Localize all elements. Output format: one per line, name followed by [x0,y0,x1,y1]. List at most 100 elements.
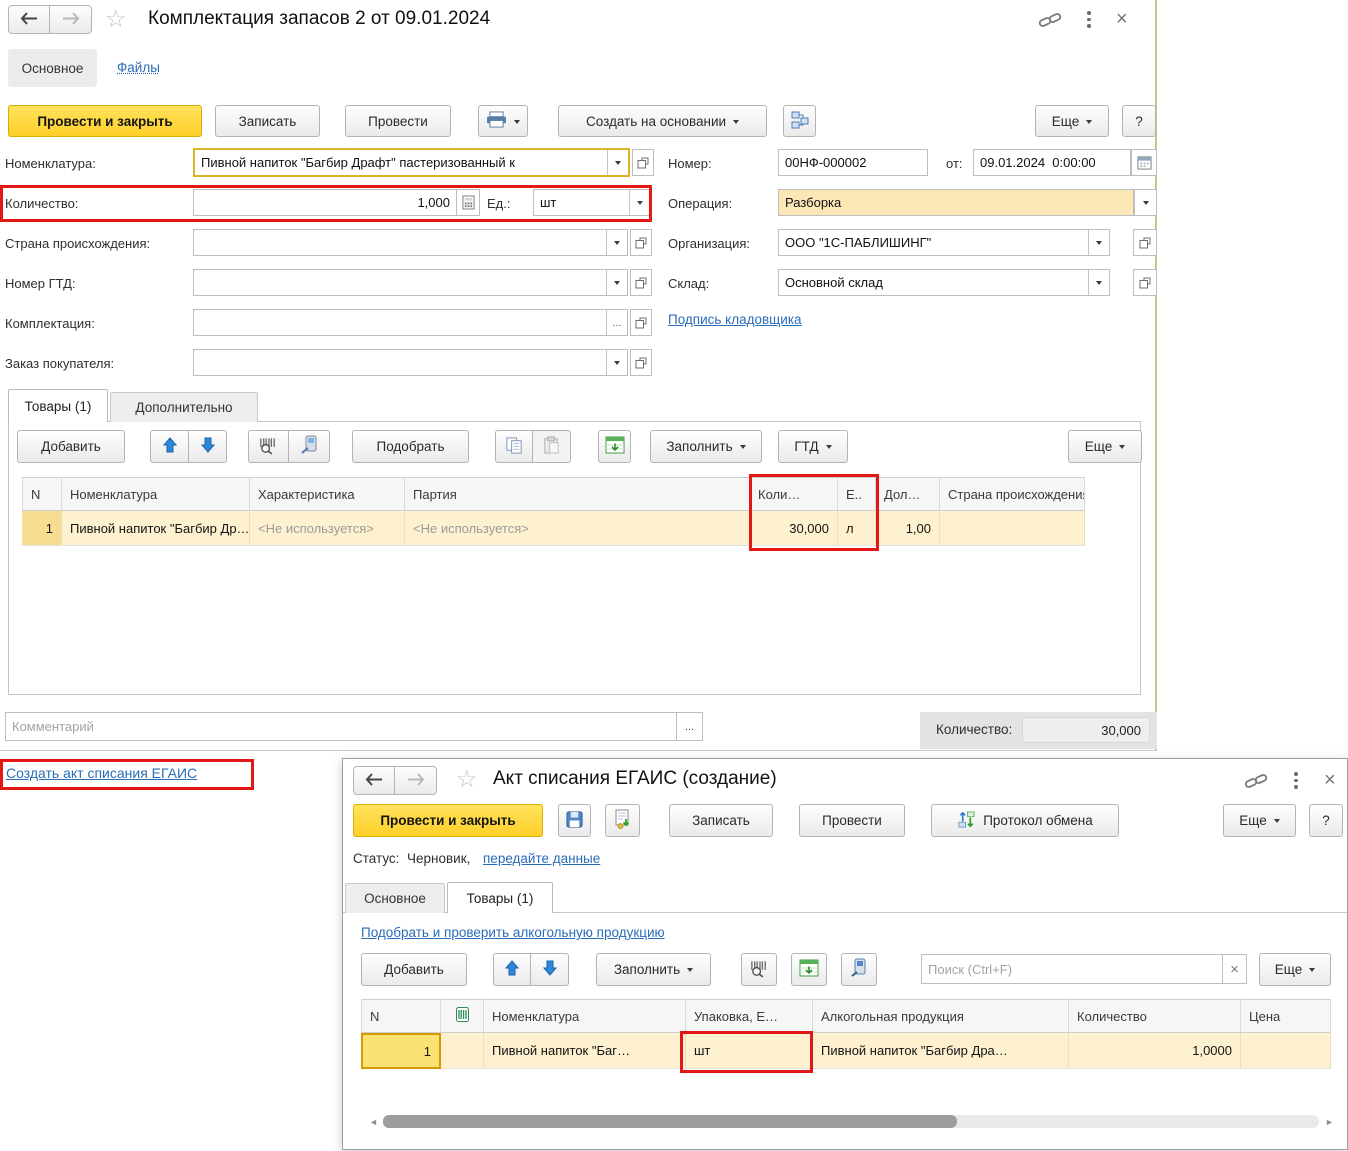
move-up-button[interactable] [493,953,531,986]
date-input[interactable] [974,150,1130,175]
kit-open-button[interactable] [630,309,652,336]
cell-pack[interactable]: шт [686,1033,813,1069]
move-down-button[interactable] [530,953,569,986]
gtd-field[interactable] [193,269,628,296]
gtd-input[interactable] [194,270,606,295]
nomenclature-open-button[interactable] [632,149,654,176]
create-based-on-button[interactable]: Создать на основании [558,105,767,137]
col-marked-goods[interactable] [441,999,484,1033]
operation-input[interactable] [779,190,1133,215]
cell-unit[interactable]: л [838,511,876,546]
nomenclature-field[interactable] [193,148,630,177]
nomenclature-input[interactable] [195,150,607,175]
org-field[interactable] [778,229,1110,256]
unit-dropdown[interactable] [629,190,650,215]
cell-qty[interactable]: 30,000 [750,511,838,546]
warehouse-dropdown[interactable] [1088,270,1109,295]
tab-faily-link[interactable]: Файлы [117,60,160,75]
goods-more-button[interactable]: Еще [1068,430,1142,463]
warehouse-field[interactable] [778,269,1110,296]
cell-nomenclature[interactable]: Пивной напиток "Багбир Др… [62,511,250,546]
storekeeper-signature-link[interactable]: Подпись кладовщика [668,312,802,327]
write-button[interactable]: Записать [215,105,320,137]
scrollbar-thumb[interactable] [383,1115,957,1128]
quantity-input[interactable] [194,190,456,215]
col-qty[interactable]: Коли… [750,477,838,511]
send-data-link[interactable]: передайте данные [483,851,600,866]
forward-button[interactable] [49,5,92,34]
write-button[interactable]: Записать [669,804,773,837]
warehouse-input[interactable] [779,270,1088,295]
operation-field[interactable] [778,189,1134,216]
comment-dots-button[interactable]: ... [676,712,703,741]
get-link-icon[interactable] [1038,10,1062,35]
paste-row-button[interactable] [532,430,571,463]
exchange-protocol-button[interactable]: Протокол обмена [931,804,1119,837]
barcode-scan-button[interactable] [741,953,777,986]
data-terminal-button[interactable] [841,953,877,986]
more-button[interactable]: Еще [1223,804,1296,837]
close-icon[interactable]: × [1324,770,1336,790]
add-row-button[interactable]: Добавить [17,430,125,463]
kit-input[interactable] [194,310,606,335]
gtd-button[interactable]: ГТД [778,430,848,463]
col-price[interactable]: Цена [1241,999,1331,1033]
barcode-scan-button[interactable] [248,430,289,463]
order-field[interactable] [193,349,628,376]
fill-button[interactable]: Заполнить [650,430,762,463]
send-data-button[interactable] [605,804,640,837]
add-row-button[interactable]: Добавить [361,953,467,986]
comment-input[interactable] [6,713,676,740]
country-field[interactable] [193,229,628,256]
order-input[interactable] [194,350,606,375]
tab-main[interactable]: Основное [345,883,445,913]
post-and-close-button[interactable]: Провести и закрыть [8,105,202,137]
print-button[interactable] [478,105,528,137]
calendar-button[interactable] [1131,149,1157,176]
tab-additional[interactable]: Дополнительно [110,392,258,422]
get-link-icon[interactable] [1244,771,1268,796]
col-nomenclature[interactable]: Номенклатура [62,477,250,511]
tab-goods[interactable]: Товары (1) [8,389,108,422]
fill-button[interactable]: Заполнить [596,953,711,986]
col-alco[interactable]: Алкогольная продукция [813,999,1069,1033]
scroll-right-arrow[interactable]: ► [1325,1118,1334,1127]
kebab-menu-icon[interactable] [1294,772,1298,789]
warehouse-open-button[interactable] [1133,269,1157,296]
kit-field[interactable]: ... [193,309,628,336]
cell-n-selected[interactable]: 1 [361,1033,441,1069]
date-field[interactable] [973,149,1131,176]
forward-button[interactable] [394,766,437,795]
cell-marked-goods[interactable] [441,1033,484,1069]
cell-country[interactable] [940,511,1085,546]
cell-alco[interactable]: Пивной напиток "Багбир Дра… [813,1033,1069,1069]
help-button[interactable]: ? [1309,804,1343,837]
table-settings-button[interactable] [791,953,827,986]
operation-dropdown-button[interactable] [1134,189,1157,216]
cell-batch[interactable]: <Не используется> [405,511,750,546]
kebab-menu-icon[interactable] [1087,11,1091,28]
comment-field[interactable] [5,712,677,741]
copy-row-button[interactable] [495,430,533,463]
col-characteristic[interactable]: Характеристика [250,477,405,511]
cell-share[interactable]: 1,00 [876,511,940,546]
country-open-button[interactable] [630,229,652,256]
move-up-button[interactable] [150,430,189,463]
pick-button[interactable]: Подобрать [352,430,469,463]
org-open-button[interactable] [1133,229,1157,256]
cell-characteristic[interactable]: <Не используется> [250,511,405,546]
move-down-button[interactable] [188,430,227,463]
tab-osnovnoe[interactable]: Основное [8,49,97,87]
unit-combo[interactable] [533,189,651,216]
cell-qty[interactable]: 1,0000 [1069,1033,1241,1069]
unit-input[interactable] [534,190,629,215]
goods-more-button[interactable]: Еще [1259,953,1331,986]
table-settings-button[interactable] [598,430,631,463]
col-unit[interactable]: Е.. [838,477,876,511]
col-share[interactable]: Дол… [876,477,940,511]
number-input[interactable] [779,150,927,175]
tab-goods[interactable]: Товары (1) [447,882,553,913]
order-dropdown[interactable] [606,350,627,375]
create-egais-act-link[interactable]: Создать акт списания ЕГАИС [6,765,197,781]
org-dropdown[interactable] [1088,230,1109,255]
